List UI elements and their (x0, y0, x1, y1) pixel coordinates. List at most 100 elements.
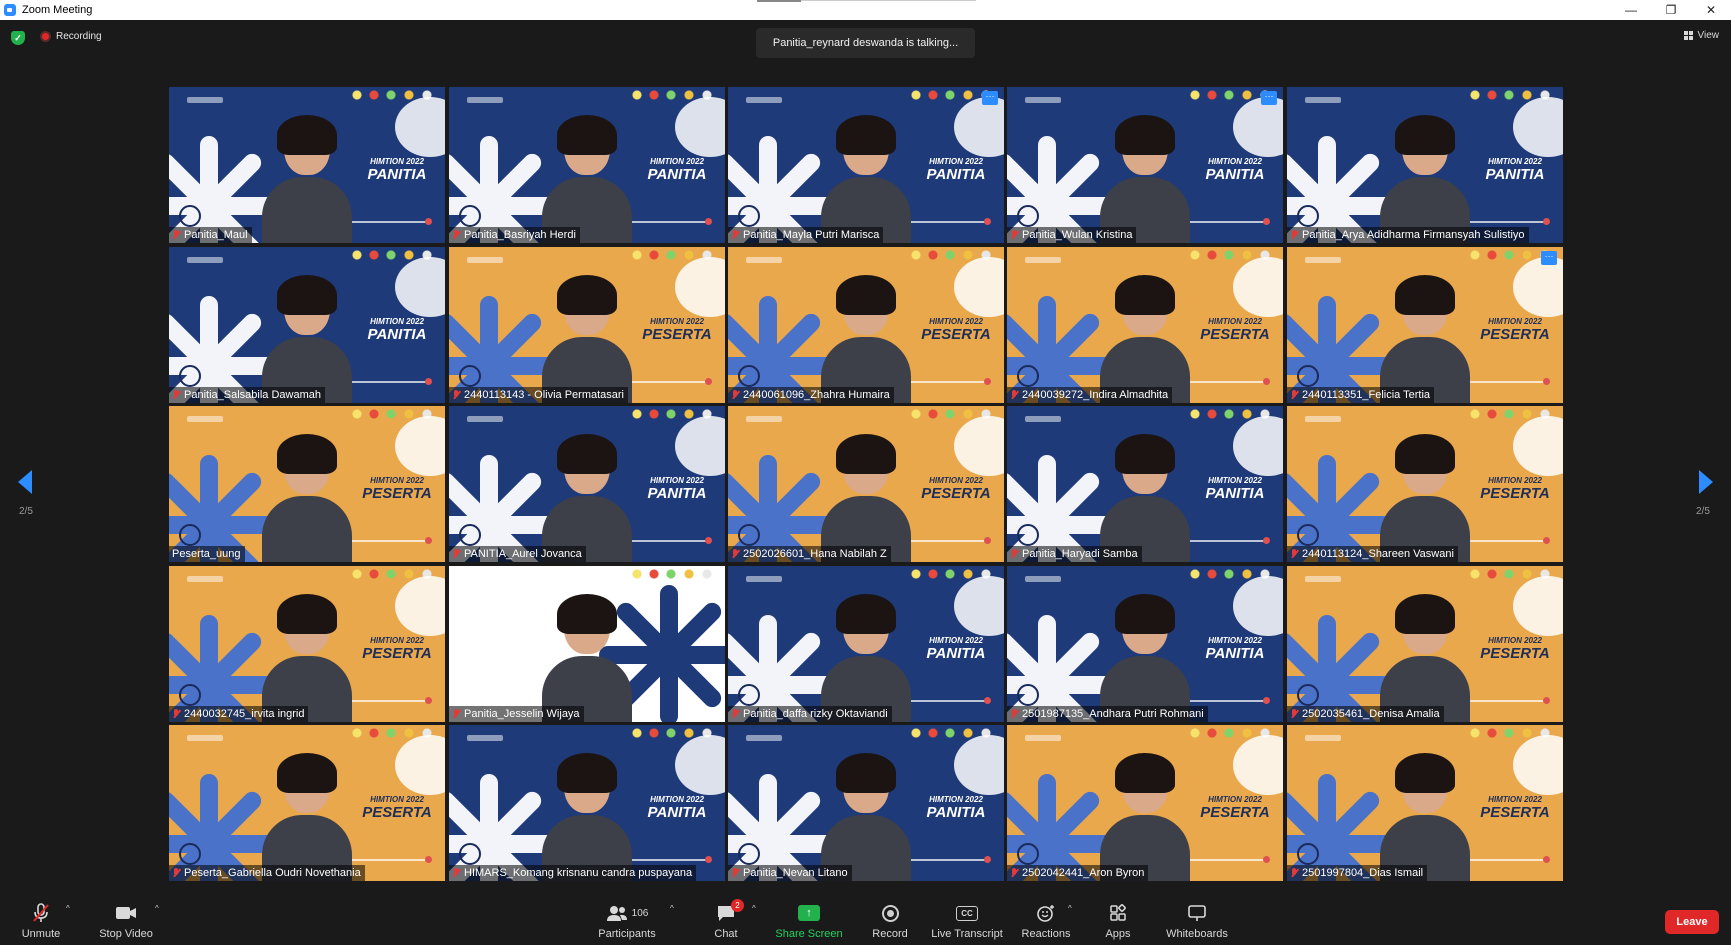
muted-microphone-icon (1010, 549, 1019, 559)
participant-video-tile[interactable]: HIMTION 2022 PANITIA Panitia_Basriyah Herd… (449, 87, 725, 243)
muted-microphone-icon (1010, 868, 1019, 878)
participant-video-tile[interactable]: HIMTION 2022 PANITIA PANITIA_Aurel Jovanca (449, 406, 725, 562)
minimize-icon[interactable]: — (1611, 0, 1651, 20)
brand-year: HIMTION 2022 (1208, 636, 1262, 645)
participant-name-bar: Panitia_Basriyah Herdi (449, 227, 580, 243)
reactions-options-caret-icon[interactable]: ^ (1068, 904, 1072, 913)
tile-more-options-button[interactable]: ··· (1261, 91, 1277, 105)
brand-year: HIMTION 2022 (929, 795, 983, 804)
whiteboards-button[interactable]: Whiteboards (1166, 895, 1228, 945)
brand-year: HIMTION 2022 (929, 157, 983, 166)
brand-year: HIMTION 2022 (370, 317, 424, 326)
participant-name-bar: 2440113143 - Olivia Permatasari (449, 387, 628, 403)
participant-video-tile[interactable]: HIMTION 2022 PESERTA 2440032745_irvita ing… (169, 566, 445, 722)
muted-microphone-icon (452, 709, 461, 719)
participant-video-tile[interactable]: HIMTION 2022 PANITIA Panitia_Salsabila Daw… (169, 247, 445, 403)
participant-video-feed (537, 115, 637, 243)
tile-more-options-button[interactable]: ··· (982, 91, 998, 105)
muted-microphone-icon (1290, 868, 1299, 878)
participants-button[interactable]: 106 Participants (596, 895, 658, 945)
close-icon[interactable]: ✕ (1691, 0, 1731, 20)
participant-video-tile[interactable]: HIMTION 2022 PANITIA Panitia_daffa rizky O… (728, 566, 1004, 722)
sponsor-logo (467, 257, 503, 263)
video-gallery-grid: HIMTION 2022 PANITIA Panitia_Maul HIMTION 2… (169, 87, 1563, 881)
participant-name: 2440113124_Shareen Vaswani (1302, 548, 1454, 560)
view-button[interactable]: View (1683, 30, 1719, 41)
participant-name: 2502042441_Aron Byron (1022, 867, 1145, 879)
grid-view-icon (1683, 31, 1693, 40)
sponsor-logo (187, 576, 223, 582)
participant-video-tile[interactable]: HIMTION 2022 PESERTA 2502042441_Aron Byron (1007, 725, 1283, 881)
participant-video-tile[interactable]: HIMTION 2022 PESERTA 2501997804_Dias Ismai… (1287, 725, 1563, 881)
reactions-button[interactable]: Reactions (1021, 895, 1071, 945)
participant-video-feed (816, 434, 916, 562)
participant-video-tile[interactable]: HIMTION 2022 PESERTA Peserta_Gabriella Oud… (169, 725, 445, 881)
sponsor-logo (467, 735, 503, 741)
participants-options-caret-icon[interactable]: ^ (670, 904, 674, 913)
video-options-caret-icon[interactable]: ^ (155, 904, 159, 913)
participant-video-tile[interactable]: HIMTION 2022 PANITIA Panitia_Arya Adidharm… (1287, 87, 1563, 243)
participant-video-tile[interactable]: HIMTION 2022 PANITIA 2501987135_Andhara Pu… (1007, 566, 1283, 722)
m-logo-icon (179, 365, 201, 387)
recording-indicator[interactable]: Recording (40, 31, 102, 42)
unmute-button[interactable]: Unmute (18, 895, 64, 945)
brand-role: PESERTA (1480, 804, 1550, 821)
whiteboard-icon (1187, 902, 1207, 924)
muted-microphone-icon (1290, 230, 1299, 240)
tile-more-options-button[interactable]: ··· (1541, 251, 1557, 265)
brand-role: PESERTA (362, 804, 432, 821)
m-logo-icon (738, 365, 760, 387)
previous-page-arrow-icon[interactable] (18, 470, 32, 494)
participant-video-tile[interactable]: HIMTION 2022 PANITIA ··· Panitia_Mayla Putr… (728, 87, 1004, 243)
audio-options-caret-icon[interactable]: ^ (66, 904, 70, 913)
background-curve-graphic (1513, 97, 1563, 157)
encryption-shield-icon[interactable]: ✓ (11, 31, 25, 45)
participant-video-feed (1375, 434, 1475, 562)
participant-video-tile[interactable]: HIMTION 2022 PESERTA 2440113143 - Olivia P… (449, 247, 725, 403)
participant-video-tile[interactable]: HIMTION 2022 PESERTA Peserta_uung (169, 406, 445, 562)
restore-icon[interactable]: ❐ (1651, 0, 1691, 20)
participant-video-feed (1375, 594, 1475, 722)
background-curve-graphic (954, 576, 1004, 636)
next-page-arrow-icon[interactable] (1699, 470, 1713, 494)
stop-video-button[interactable]: Stop Video (96, 895, 156, 945)
share-screen-button[interactable]: ↑ Share Screen (775, 895, 843, 945)
participant-video-tile[interactable]: HIMTION 2022 PESERTA 2440061096_Zhahra Hum… (728, 247, 1004, 403)
participant-name-bar: 2440061096_Zhahra Humaira (728, 387, 894, 403)
background-curve-graphic (1233, 576, 1283, 636)
background-curve-graphic (1233, 416, 1283, 476)
participant-video-tile[interactable]: HIMTION 2022 PANITIA Panitia_Maul (169, 87, 445, 243)
participant-video-tile[interactable]: HIMTION 2022 PANITIA Panitia_Nevan Litano (728, 725, 1004, 881)
chat-label: Chat (714, 928, 738, 940)
chat-button[interactable]: 2 Chat (710, 895, 744, 945)
m-logo-icon (179, 524, 201, 546)
apps-button[interactable]: Apps (1099, 895, 1137, 945)
participant-name: Panitia_Arya Adidharma Firmansyah Sulist… (1302, 229, 1525, 241)
participant-video-tile[interactable]: HIMTION 2022 PESERTA 2502035461_Denisa Ama… (1287, 566, 1563, 722)
virtual-background-brand: HIMTION 2022 PANITIA (357, 157, 437, 183)
brand-role: PANITIA (647, 485, 707, 502)
participant-video-tile[interactable]: HIMTION 2022 PESERTA ··· 2440113351_Felicia… (1287, 247, 1563, 403)
brand-role: PANITIA (1205, 166, 1265, 183)
participant-video-tile[interactable]: HIMTION 2022 PANITIA Panitia_Haryadi Samba (1007, 406, 1283, 562)
chat-options-caret-icon[interactable]: ^ (752, 904, 756, 913)
record-button[interactable]: Record (869, 895, 911, 945)
live-transcript-button[interactable]: CC Live Transcript (931, 895, 1003, 945)
brand-year: HIMTION 2022 (1208, 317, 1262, 326)
virtual-background-brand: HIMTION 2022 PANITIA (637, 795, 717, 821)
brand-role: PESERTA (921, 326, 991, 343)
muted-microphone-icon (731, 868, 740, 878)
participant-video-feed (1095, 115, 1195, 243)
leave-button[interactable]: Leave (1665, 910, 1719, 934)
brand-role: PESERTA (1480, 326, 1550, 343)
background-curve-graphic (395, 576, 445, 636)
background-curve-graphic (954, 257, 1004, 317)
brand-year: HIMTION 2022 (1208, 476, 1262, 485)
participant-video-tile[interactable]: HIMTION 2022 PESERTA 2440113124_Shareen Va… (1287, 406, 1563, 562)
participant-video-tile[interactable]: HIMTION 2022 PANITIA ··· Panitia_Wulan Kris… (1007, 87, 1283, 243)
participant-video-tile[interactable]: HIMTION 2022 PESERTA 2440039272_Indira Alm… (1007, 247, 1283, 403)
participant-video-tile[interactable]: HIMTION 2022 PESERTA 2502026601_Hana Nabil… (728, 406, 1004, 562)
participant-video-tile[interactable]: Panitia_Jesselin Wijaya (449, 566, 725, 722)
participant-video-tile[interactable]: HIMTION 2022 PANITIA HIMARS_Komang krisnan… (449, 725, 725, 881)
participant-video-feed (1095, 275, 1195, 403)
